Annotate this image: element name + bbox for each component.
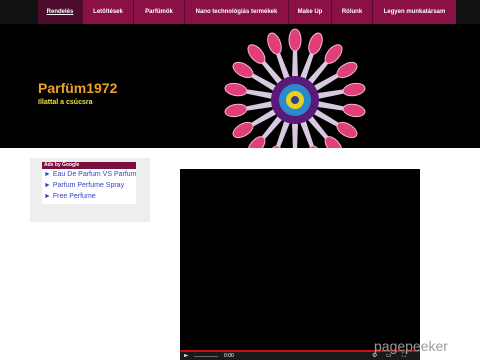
nav-item-munkatars[interactable]: Legyen munkatársam [373,0,456,24]
nav-item-parfumok[interactable]: Parfümök [134,0,184,24]
volume-slider[interactable] [194,356,218,357]
video-time: 0:00 [224,353,234,359]
nav-item-rendeles[interactable]: Rendelés [38,0,82,24]
header-banner: Parfüm1972 Illattal a csúcsra [0,24,480,148]
ads-header[interactable]: Ads by Google [42,162,136,169]
nav-item-nano[interactable]: Nano technológiás termékek [185,0,288,24]
ad-link-eau-de-parfum[interactable]: ► Eau De Parfum VS Parfum [42,169,136,180]
site-title[interactable]: Parfüm1972 [38,80,117,96]
flower-image [224,28,366,148]
flower-petal [288,28,302,78]
ads-list: Ads by Google ► Eau De Parfum VS Parfum … [42,162,136,204]
main-content: Ads by Google ► Eau De Parfum VS Parfum … [0,148,480,360]
ads-panel: Ads by Google ► Eau De Parfum VS Parfum … [30,158,150,222]
top-navigation: Rendelés Letöltések Parfümök Nano techno… [0,0,480,24]
video-player[interactable]: ► 0:00 ⚙ ▭ ⛶ [180,169,420,360]
site-subtitle: Illattal a csúcsra [38,99,93,106]
ad-link-parfum-spray[interactable]: ► Parfum Perfume Spray [42,180,136,191]
nav-item-rolunk[interactable]: Rólunk [332,0,372,24]
play-icon[interactable]: ► [184,353,189,359]
flower-center-dot [291,96,299,104]
watermark: pagepeeker [374,338,448,354]
ad-link-free-perfume[interactable]: ► Free Perfume [42,191,136,202]
nav-item-makeup[interactable]: Make Up [289,0,331,24]
flower-petal [292,122,298,148]
nav-item-letoltesek[interactable]: Letöltések [83,0,133,24]
